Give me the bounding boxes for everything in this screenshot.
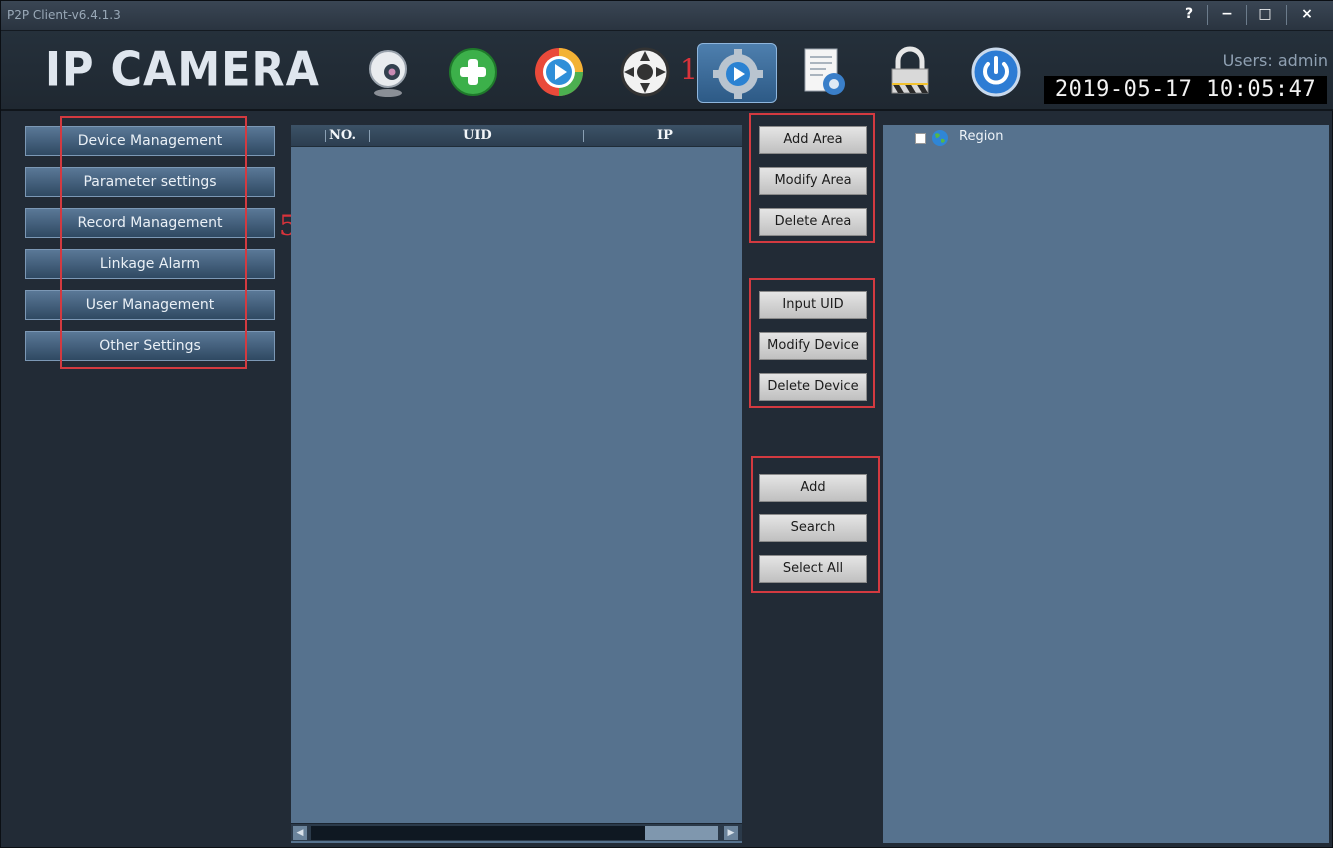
column-separator	[369, 130, 370, 142]
column-separator	[583, 130, 584, 142]
highlight-box	[60, 116, 247, 369]
title-bar: P2P Client-v6.4.1.3 ? − □ ×	[1, 1, 1333, 31]
app-title: P2P Client-v6.4.1.3	[7, 8, 121, 22]
globe-icon	[931, 129, 949, 147]
region-checkbox[interactable]	[915, 133, 926, 144]
column-header-ip[interactable]: IP	[657, 128, 673, 143]
highlight-box	[749, 113, 875, 243]
table-header: NO. UID IP	[291, 125, 742, 147]
column-header-no[interactable]: NO.	[329, 128, 356, 143]
ptz-icon[interactable]	[614, 41, 676, 103]
power-icon[interactable]	[965, 41, 1027, 103]
lock-icon[interactable]	[879, 41, 941, 103]
column-header-uid[interactable]: UID	[463, 128, 492, 143]
minimize-button[interactable]: −	[1212, 3, 1242, 27]
title-separator	[1286, 5, 1287, 25]
highlight-box	[749, 278, 875, 408]
maximize-button[interactable]: □	[1250, 3, 1280, 27]
header: IP CAMERA 1 Users: admin 2019-05-17 10:0…	[1, 31, 1333, 111]
users-label: Users: admin	[1222, 51, 1328, 70]
title-separator	[1246, 5, 1247, 25]
close-button[interactable]: ×	[1292, 3, 1322, 27]
datetime-display: 2019-05-17 10:05:47	[1044, 76, 1327, 104]
annotation-number: 1	[680, 53, 698, 86]
column-separator	[325, 130, 326, 142]
title-separator	[1207, 5, 1208, 25]
horizontal-scrollbar[interactable]: ◀ ▶	[291, 823, 742, 841]
help-button[interactable]: ?	[1174, 3, 1204, 27]
log-icon[interactable]	[793, 41, 855, 103]
scroll-left-icon[interactable]: ◀	[293, 826, 307, 840]
scroll-track[interactable]	[645, 826, 718, 840]
scroll-right-icon[interactable]: ▶	[724, 826, 738, 840]
device-table: NO. UID IP ◀ ▶	[291, 125, 742, 843]
app-window: P2P Client-v6.4.1.3 ? − □ × IP CAMERA 1 …	[0, 0, 1333, 848]
settings-icon[interactable]	[697, 43, 777, 103]
play-icon[interactable]	[528, 41, 590, 103]
logo: IP CAMERA	[45, 42, 320, 98]
region-tree-root[interactable]: Region	[959, 129, 1004, 144]
add-icon[interactable]	[442, 41, 504, 103]
highlight-box	[751, 456, 880, 593]
scroll-thumb[interactable]	[311, 826, 645, 840]
region-tree: Region	[883, 125, 1329, 843]
webcam-icon[interactable]	[357, 41, 419, 103]
